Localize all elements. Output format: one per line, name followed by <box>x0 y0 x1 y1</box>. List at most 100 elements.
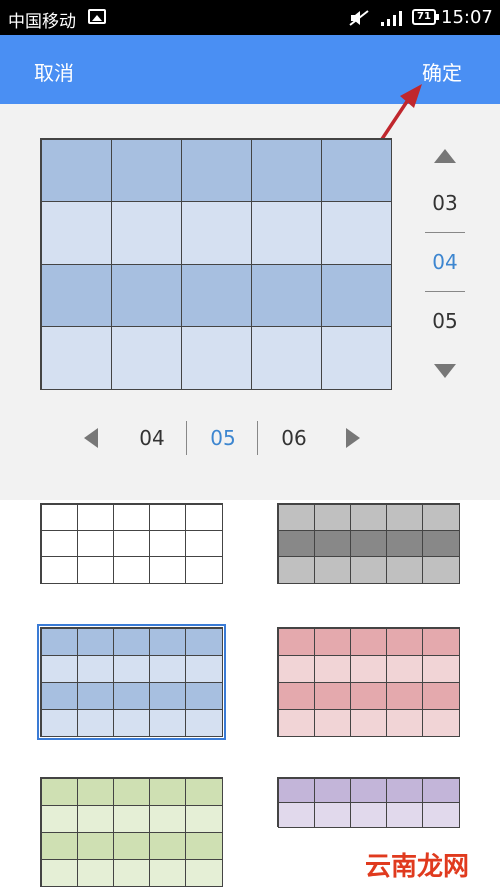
swatch-cell <box>185 627 223 656</box>
preview-cell <box>110 326 182 390</box>
swatch-cell <box>277 503 315 531</box>
theme-swatch-green[interactable] <box>40 777 223 887</box>
cancel-button[interactable]: 取消 <box>34 57 74 86</box>
theme-swatch-purple[interactable] <box>277 777 460 828</box>
swatch-cell <box>349 529 388 558</box>
swatch-cell <box>386 654 424 683</box>
swatch-cell <box>422 627 460 656</box>
swatch-cell <box>185 503 223 531</box>
swatch-cell <box>40 831 78 860</box>
swatch-cell <box>386 802 424 828</box>
swatch-cell <box>40 777 78 806</box>
signal-icon <box>381 11 402 26</box>
swatch-cell <box>149 654 187 683</box>
clock: 15:07 <box>441 7 493 28</box>
swatch-cell <box>422 654 460 683</box>
row-option-prev[interactable]: 03 <box>425 174 465 232</box>
col-option-selected[interactable]: 05 <box>193 418 253 458</box>
image-notification-icon <box>88 9 106 24</box>
preview-cell <box>110 263 182 327</box>
swatch-cell <box>112 858 151 887</box>
swatch-cell <box>313 627 351 656</box>
status-bar: 中国移动 71 15:07 <box>0 0 500 35</box>
swatch-cell <box>76 681 114 710</box>
swatch-cell <box>277 802 315 828</box>
swatch-cell <box>112 831 151 860</box>
swatch-cell <box>40 556 78 584</box>
swatch-cell <box>349 708 388 737</box>
swatch-cell <box>277 627 315 656</box>
carrier-label: 中国移动 <box>8 12 76 32</box>
swatch-cell <box>149 627 187 656</box>
swatch-cell <box>422 503 460 531</box>
swatch-cell <box>277 708 315 737</box>
preview-cell <box>40 138 112 202</box>
preview-cell <box>250 138 322 202</box>
table-preview <box>40 138 392 390</box>
swatch-cell <box>185 858 223 887</box>
swatch-cell <box>185 681 223 710</box>
preview-cell <box>320 138 392 202</box>
swatch-cell <box>76 831 114 860</box>
swatch-cell <box>386 681 424 710</box>
swatch-cell <box>185 831 223 860</box>
swatch-cell <box>349 556 388 584</box>
col-option-next[interactable]: 06 <box>264 418 324 458</box>
preview-cell <box>180 263 252 327</box>
swatch-cell <box>112 627 151 656</box>
swatch-cell <box>76 556 114 584</box>
swatch-cell <box>313 503 351 531</box>
swatch-cell <box>40 654 78 683</box>
swatch-cell <box>349 627 388 656</box>
theme-swatch-blue[interactable] <box>37 624 226 740</box>
swatch-cell <box>149 831 187 860</box>
preview-cell <box>110 201 182 265</box>
col-option-prev[interactable]: 04 <box>122 418 182 458</box>
mute-icon <box>349 10 369 26</box>
swatch-cell <box>313 556 351 584</box>
swatch-cell <box>112 556 151 584</box>
swatch-cell <box>349 802 388 828</box>
swatch-cell <box>386 556 424 584</box>
row-down-arrow-icon[interactable] <box>434 364 456 378</box>
swatch-cell <box>76 654 114 683</box>
swatch-cell <box>76 529 114 558</box>
swatch-cell <box>185 708 223 737</box>
swatch-cell <box>422 802 460 828</box>
theme-swatch-white[interactable] <box>40 503 223 584</box>
swatch-cell <box>40 503 78 531</box>
row-up-arrow-icon[interactable] <box>434 149 456 163</box>
swatch-cell <box>112 777 151 806</box>
row-count-stepper: 03 04 05 <box>425 140 465 378</box>
preview-cell <box>250 326 322 390</box>
theme-swatch-gray[interactable] <box>277 503 460 584</box>
preview-cell <box>180 138 252 202</box>
swatch-cell <box>149 708 187 737</box>
col-right-arrow-icon[interactable] <box>346 428 360 448</box>
row-option-selected[interactable]: 04 <box>425 232 465 292</box>
swatch-cell <box>76 858 114 887</box>
col-divider <box>186 421 187 455</box>
theme-swatch-red[interactable] <box>277 627 460 737</box>
col-left-arrow-icon[interactable] <box>84 428 98 448</box>
swatch-cell <box>422 777 460 803</box>
row-option-next[interactable]: 05 <box>425 292 465 350</box>
column-count-stepper: 04 05 06 <box>84 418 364 458</box>
swatch-cell <box>277 654 315 683</box>
swatch-cell <box>112 708 151 737</box>
swatch-cell <box>422 529 460 558</box>
swatch-cell <box>277 529 315 558</box>
swatch-cell <box>40 804 78 833</box>
preview-cell <box>40 263 112 327</box>
swatch-cell <box>149 858 187 887</box>
swatch-cell <box>76 777 114 806</box>
swatch-cell <box>40 529 78 558</box>
preview-cell <box>40 326 112 390</box>
swatch-cell <box>40 708 78 737</box>
swatch-cell <box>277 777 315 803</box>
swatch-cell <box>313 654 351 683</box>
swatch-cell <box>149 804 187 833</box>
swatch-cell <box>185 529 223 558</box>
swatch-cell <box>112 654 151 683</box>
swatch-cell <box>76 503 114 531</box>
